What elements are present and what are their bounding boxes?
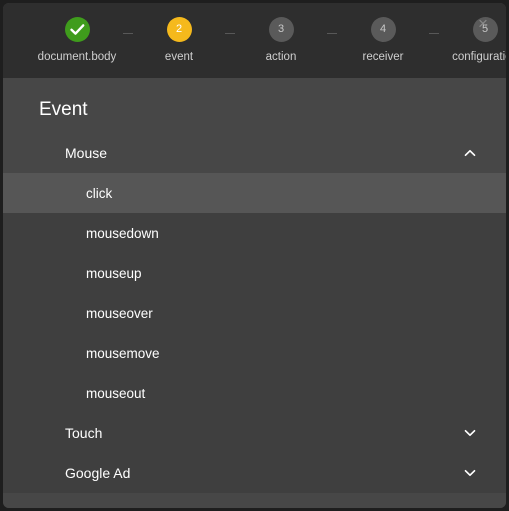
chevron-up-icon[interactable] (462, 145, 478, 161)
chevron-down-icon[interactable] (462, 465, 478, 481)
step-3-circle: 3 (268, 17, 294, 42)
stepper: document.body 2 event 3 action 4 receive… (31, 3, 506, 78)
step-1-label: document.body (37, 51, 117, 63)
step-connector-2 (225, 33, 235, 34)
event-item-mouseout[interactable]: mouseout (3, 373, 506, 413)
step-action[interactable]: 3 action (235, 3, 327, 63)
group-items-mouse: click mousedown mouseup mouseover mousem… (3, 173, 506, 413)
event-item-mouseup[interactable]: mouseup (3, 253, 506, 293)
event-item-label: mousemove (86, 345, 160, 361)
event-item-mousedown[interactable]: mousedown (3, 213, 506, 253)
close-icon[interactable]: × (468, 9, 498, 39)
step-document-body[interactable]: document.body (31, 3, 123, 63)
event-item-mouseover[interactable]: mouseover (3, 293, 506, 333)
event-item-label: click (86, 185, 113, 201)
step-2-label: event (164, 51, 194, 63)
chevron-down-icon[interactable] (462, 425, 478, 441)
step-2-circle-active: 2 (166, 17, 192, 42)
step-1-circle-done (64, 17, 90, 42)
group-header-mouse[interactable]: Mouse (3, 133, 506, 173)
step-4-circle: 4 (370, 17, 396, 42)
step-connector-1 (123, 33, 133, 34)
step-connector-4 (429, 33, 439, 34)
group-label-touch: Touch (65, 425, 103, 441)
group-header-google-ad[interactable]: Google Ad (3, 453, 506, 493)
step-connector-3 (327, 33, 337, 34)
group-label-google-ad: Google Ad (65, 465, 131, 481)
step-receiver[interactable]: 4 receiver (337, 3, 429, 63)
event-item-label: mouseup (86, 265, 142, 281)
wizard-body: Event Mouse click mousedown mouseup mous… (3, 78, 506, 508)
event-list: Mouse click mousedown mouseup mouseover (3, 133, 506, 508)
step-3-label: action (265, 51, 297, 63)
step-event[interactable]: 2 event (133, 3, 225, 63)
step-4-label: receiver (362, 51, 404, 63)
group-label-mouse: Mouse (65, 145, 108, 161)
event-wizard-panel: document.body 2 event 3 action 4 receive… (3, 3, 506, 508)
page-title: Event (39, 99, 88, 120)
wizard-header: document.body 2 event 3 action 4 receive… (3, 3, 506, 78)
check-icon (69, 24, 84, 35)
event-item-label: mouseout (86, 385, 146, 401)
event-item-click[interactable]: click (3, 173, 506, 213)
event-item-mousemove[interactable]: mousemove (3, 333, 506, 373)
step-5-label: configuration (452, 51, 506, 63)
event-item-label: mouseover (86, 305, 153, 321)
event-item-label: mousedown (86, 225, 159, 241)
group-header-touch[interactable]: Touch (3, 413, 506, 453)
